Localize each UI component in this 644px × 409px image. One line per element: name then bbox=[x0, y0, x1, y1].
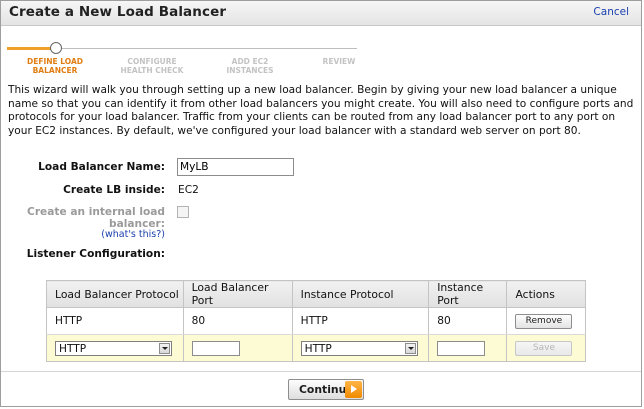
header-lb-port: Load Balancer Port bbox=[182, 280, 293, 308]
cell-lb-port: 80 bbox=[182, 307, 293, 335]
table-row: HTTP 80 HTTP 80 Remove bbox=[46, 307, 586, 335]
dialog-header: Create a New Load Balancer Cancel bbox=[1, 1, 641, 26]
header-instance-port: Instance Port bbox=[428, 280, 508, 308]
listener-table-header: Load Balancer Protocol Load Balancer Por… bbox=[46, 280, 586, 308]
continue-button[interactable]: Continue bbox=[288, 379, 364, 400]
step-review: REVIEW bbox=[322, 57, 356, 66]
dialog-title: Create a New Load Balancer bbox=[9, 4, 227, 20]
cell-new-actions: Save bbox=[506, 334, 586, 362]
remove-button[interactable]: Remove bbox=[515, 313, 573, 329]
cell-new-instance-protocol: HTTP bbox=[291, 334, 430, 362]
load-balancer-name-input[interactable] bbox=[177, 158, 294, 176]
step-configure-health-check: CONFIGURE HEALTH CHECK bbox=[120, 57, 184, 75]
cell-instance-protocol: HTTP bbox=[291, 307, 430, 335]
internal-label: Create an internal load balancer: bbox=[27, 206, 165, 230]
instance-protocol-select-value: HTTP bbox=[304, 342, 332, 355]
cell-lb-protocol: HTTP bbox=[46, 307, 184, 335]
lb-port-input[interactable] bbox=[191, 340, 240, 356]
listener-table: Load Balancer Protocol Load Balancer Por… bbox=[46, 280, 586, 362]
inside-label: Create LB inside: bbox=[63, 184, 165, 196]
cancel-link[interactable]: Cancel bbox=[593, 6, 629, 18]
arrow-right-icon bbox=[345, 381, 362, 398]
footer-divider bbox=[1, 371, 641, 372]
step-add-ec2-instances: ADD EC2 INSTANCES bbox=[226, 57, 274, 75]
cell-instance-port: 80 bbox=[428, 307, 508, 335]
chevron-down-icon bbox=[159, 342, 170, 354]
cell-new-lb-port bbox=[182, 334, 293, 362]
cell-new-lb-protocol: HTTP bbox=[46, 334, 184, 362]
header-actions: Actions bbox=[506, 280, 586, 308]
lb-protocol-select-value: HTTP bbox=[59, 342, 87, 355]
save-button[interactable]: Save bbox=[515, 340, 573, 356]
cell-actions: Remove bbox=[506, 307, 586, 335]
internal-checkbox[interactable] bbox=[177, 206, 189, 218]
progress-track-active bbox=[7, 47, 55, 50]
chevron-down-icon bbox=[404, 342, 416, 354]
wizard-progress: DEFINE LOAD BALANCER CONFIGURE HEALTH CH… bbox=[7, 39, 357, 79]
instance-protocol-select[interactable]: HTTP bbox=[300, 340, 418, 356]
inside-value: EC2 bbox=[178, 184, 199, 196]
step-define-load-balancer: DEFINE LOAD BALANCER bbox=[27, 57, 83, 75]
header-instance-protocol: Instance Protocol bbox=[291, 280, 430, 308]
lb-protocol-select[interactable]: HTTP bbox=[55, 340, 172, 356]
header-lb-protocol: Load Balancer Protocol bbox=[46, 280, 184, 308]
intro-text: This wizard will walk you through settin… bbox=[8, 84, 634, 137]
listener-config-label: Listener Configuration: bbox=[26, 248, 165, 260]
name-label: Load Balancer Name: bbox=[38, 161, 165, 173]
whats-this-link[interactable]: (what's this?) bbox=[101, 229, 165, 240]
current-step-marker bbox=[50, 42, 62, 54]
create-load-balancer-dialog: Create a New Load Balancer Cancel DEFINE… bbox=[0, 0, 642, 407]
new-listener-row: HTTP HTTP Save bbox=[46, 334, 586, 362]
instance-port-input[interactable] bbox=[437, 340, 486, 356]
cell-new-instance-port bbox=[428, 334, 508, 362]
